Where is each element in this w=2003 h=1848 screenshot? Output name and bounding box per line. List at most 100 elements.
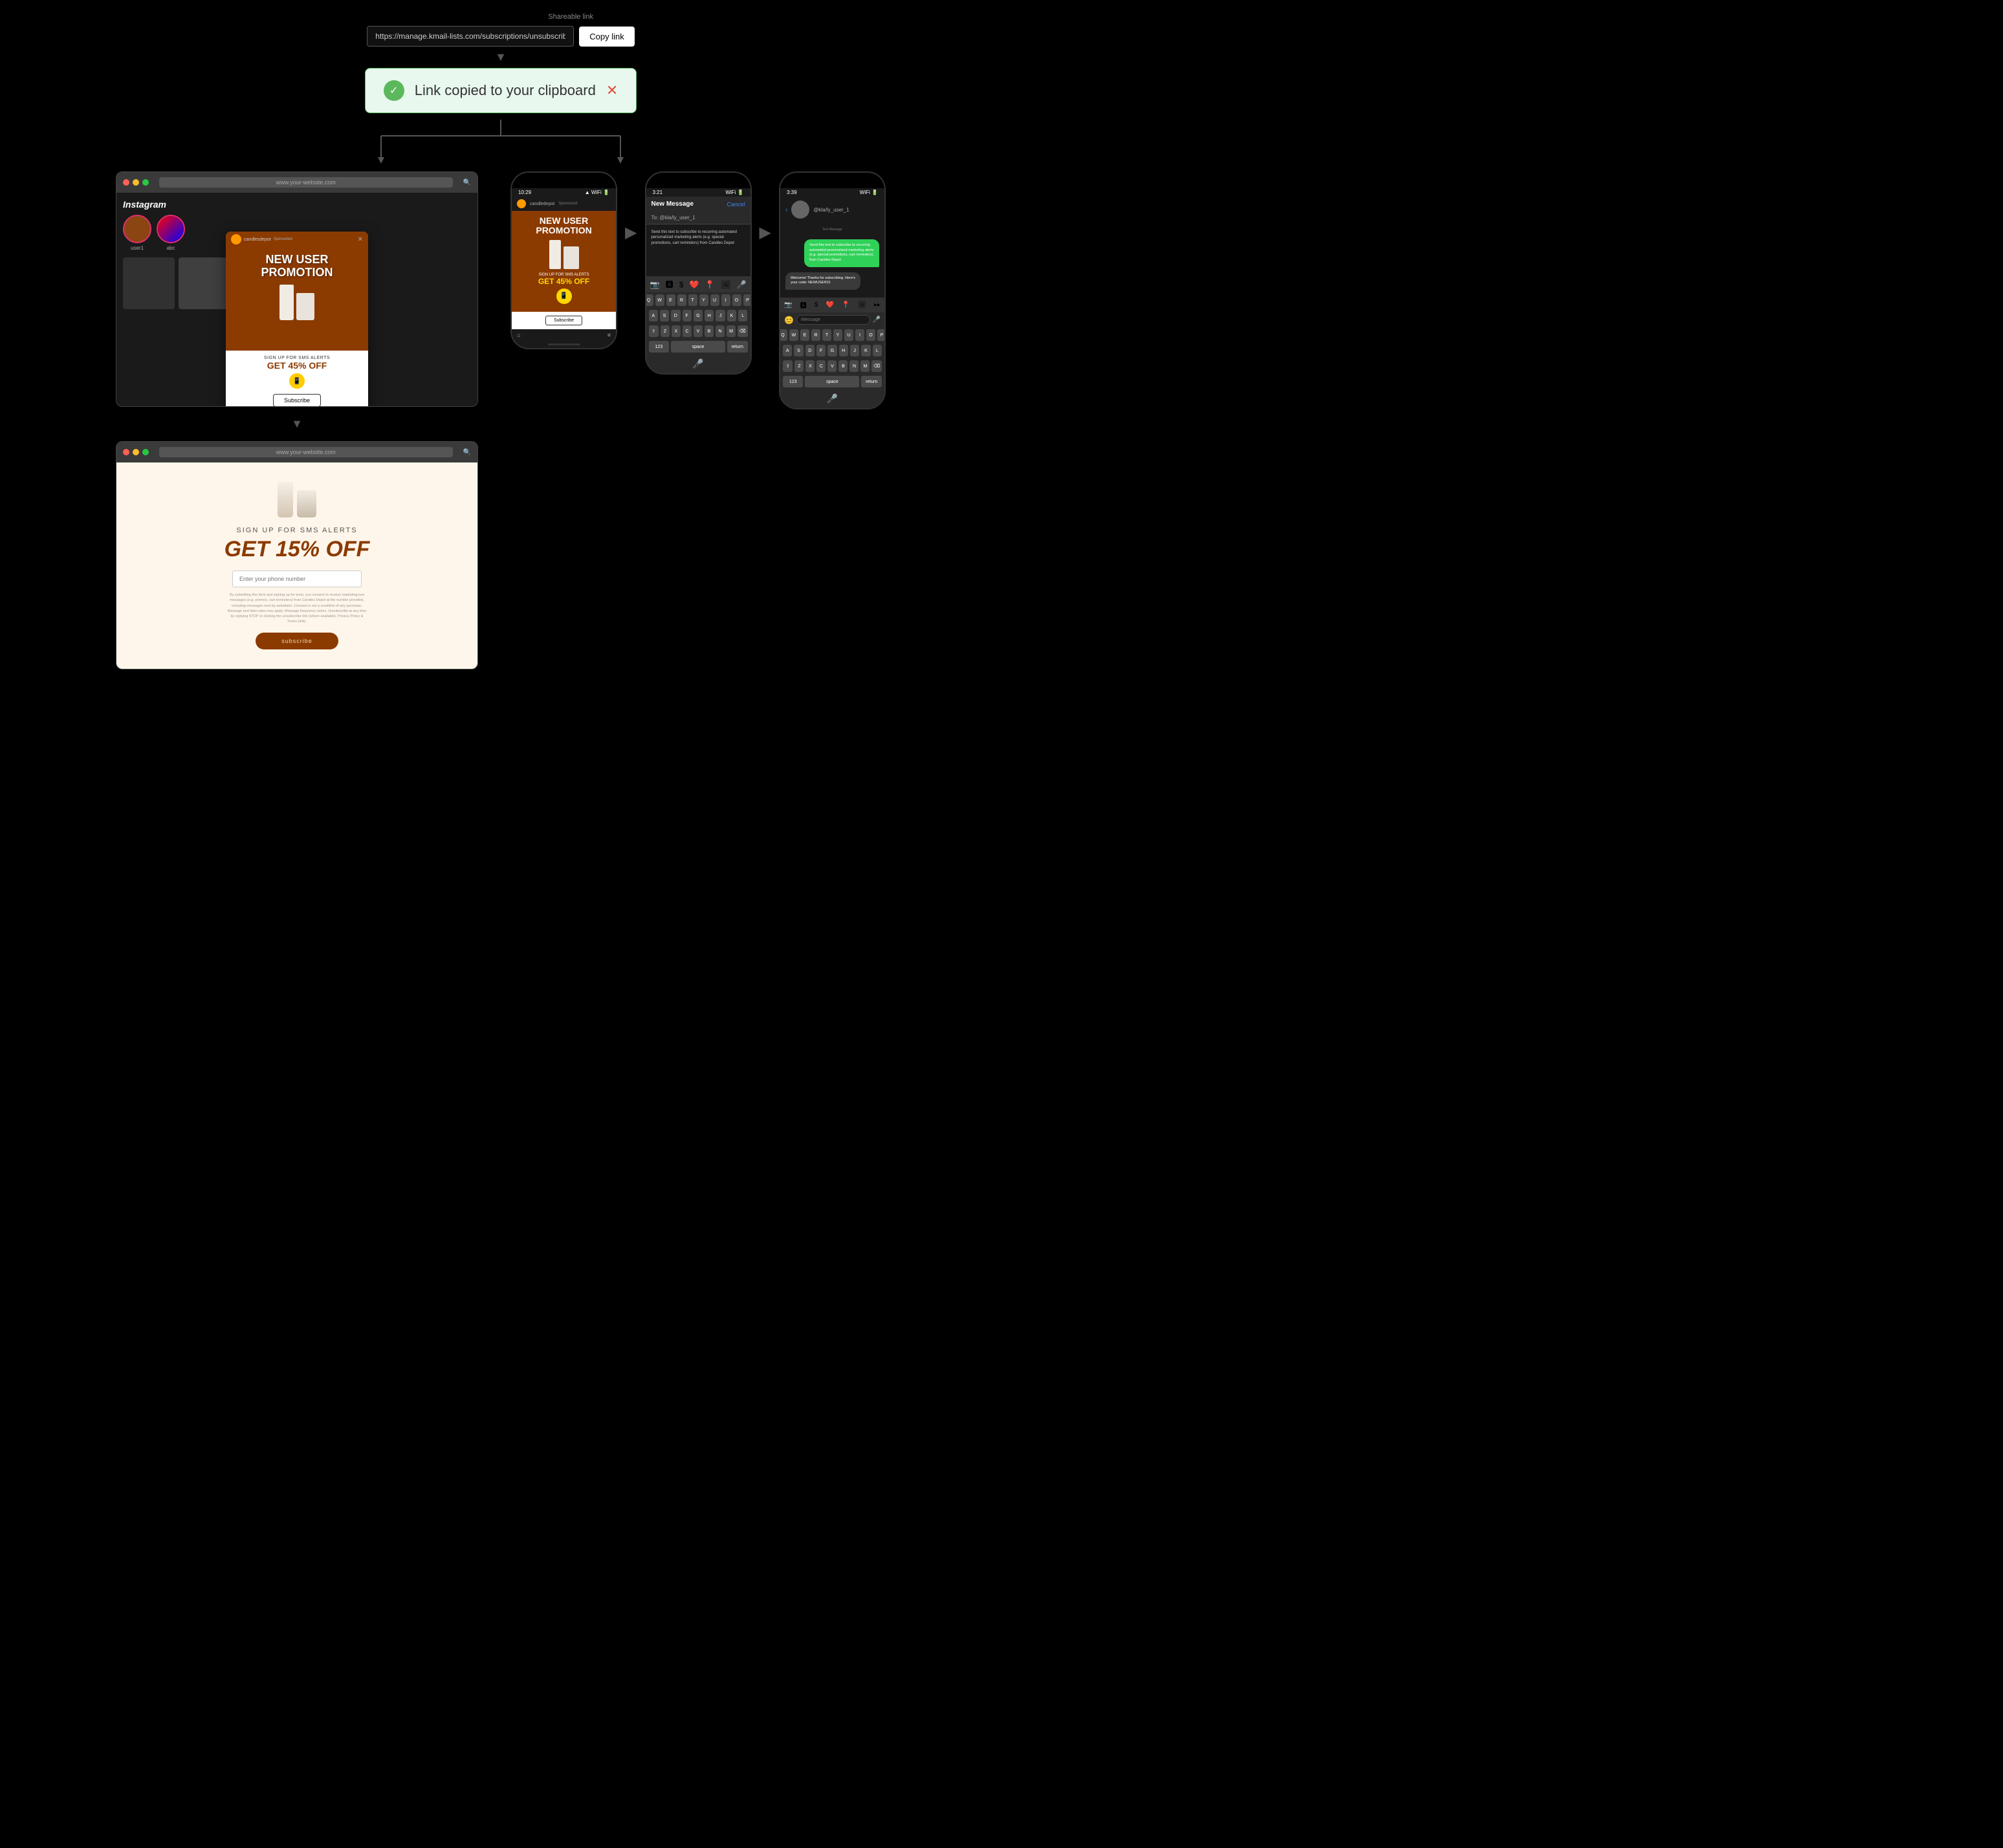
key-q[interactable]: Q [645, 294, 653, 306]
phone2-header: New Message Cancel [646, 197, 750, 212]
browser-chrome-1: www.your-website.com 🔍 [116, 172, 477, 193]
phone3-space[interactable]: space [805, 376, 859, 387]
key-123[interactable]: 123 [649, 341, 670, 353]
phone3-dollar[interactable]: $ [815, 301, 818, 309]
key-h[interactable]: H [705, 310, 714, 321]
phone3-key-l[interactable]: L [873, 345, 882, 356]
phone2-wrapper: 3:21 WiFi 🔋 New Message Cancel To: @kla/… [645, 171, 752, 375]
phone1-subscribe-btn[interactable]: Subscribe [545, 316, 582, 325]
key-w[interactable]: W [655, 294, 664, 306]
key-c[interactable]: C [683, 325, 692, 337]
key-backspace[interactable]: ⌫ [738, 325, 748, 337]
phone3-key-p[interactable]: P [877, 329, 886, 341]
phone3-key-k[interactable]: K [861, 345, 870, 356]
key-s[interactable]: S [660, 310, 669, 321]
phone3-key-j[interactable]: J [850, 345, 859, 356]
phone3-key-r[interactable]: R [811, 329, 820, 341]
phone3-key-z[interactable]: Z [794, 360, 804, 372]
success-notification: ✓ Link copied to your clipboard ✕ [365, 68, 637, 113]
key-n[interactable]: N [716, 325, 725, 337]
phone3-key-m[interactable]: M [860, 360, 870, 372]
phone3-key-w[interactable]: W [789, 329, 798, 341]
key-f[interactable]: F [683, 310, 692, 321]
phone3-key-d[interactable]: D [805, 345, 815, 356]
key-t[interactable]: T [688, 294, 697, 306]
ig-popup-close[interactable]: ✕ [358, 236, 363, 243]
phone3-key-u[interactable]: U [844, 329, 853, 341]
key-d[interactable]: D [671, 310, 680, 321]
key-x[interactable]: X [672, 325, 681, 337]
phone3-key-b[interactable]: B [838, 360, 848, 372]
phone3-key-f[interactable]: F [816, 345, 826, 356]
shareable-link-input[interactable] [367, 26, 574, 47]
phone1-subscribe-area: Subscribe [512, 312, 616, 329]
phone3-avatar [791, 201, 809, 219]
landing-phone-input[interactable] [232, 571, 362, 587]
phone3-key-c[interactable]: C [816, 360, 826, 372]
phone3-key-e[interactable]: E [800, 329, 809, 341]
phone3-backspace[interactable]: ⌫ [871, 360, 882, 372]
key-p[interactable]: P [743, 294, 752, 306]
phone3-key-i[interactable]: I [855, 329, 864, 341]
key-g[interactable]: G [694, 310, 703, 321]
camera-icon[interactable]: 📷 [650, 280, 660, 289]
mic-icon-bar[interactable]: 🎤 [737, 280, 747, 289]
phone3-shift[interactable]: ⇧ [783, 360, 793, 372]
phone3-key-h[interactable]: H [839, 345, 848, 356]
key-k[interactable]: K [727, 310, 736, 321]
key-y[interactable]: Y [699, 294, 708, 306]
dollar-icon[interactable]: $ [679, 280, 684, 289]
key-o[interactable]: O [732, 294, 741, 306]
phone2-mic-icon[interactable]: 🎤 [692, 358, 703, 369]
app-store-icon[interactable]: 🅰 [666, 279, 673, 290]
phone3-heart[interactable]: ❤️ [826, 301, 834, 309]
key-a[interactable]: A [649, 310, 658, 321]
phone3-back-btn[interactable]: ‹ [785, 206, 787, 213]
key-i[interactable]: I [721, 294, 730, 306]
key-return[interactable]: return [727, 341, 748, 353]
landing-subscribe-btn[interactable]: subscribe [256, 633, 338, 649]
phone3-key-n[interactable]: N [849, 360, 859, 372]
location-icon[interactable]: 📍 [705, 280, 715, 289]
ig-subscribe-btn[interactable]: Subscribe [273, 394, 321, 406]
phone3-more[interactable]: ▸▸ [874, 301, 881, 309]
phone3-key-o[interactable]: O [866, 329, 875, 341]
phone3-key-t[interactable]: T [822, 329, 831, 341]
key-space[interactable]: space [671, 341, 725, 353]
key-v[interactable]: V [694, 325, 703, 337]
phone3-key-a[interactable]: A [783, 345, 792, 356]
phone3-mic[interactable]: 🎤 [873, 316, 881, 323]
phone3-123[interactable]: 123 [783, 376, 804, 387]
phone3-emoji-icon[interactable]: 😊 [784, 316, 794, 325]
close-icon[interactable]: ✕ [606, 82, 618, 99]
key-z[interactable]: Z [661, 325, 670, 337]
key-j[interactable]: J [716, 310, 725, 321]
phone3-key-x[interactable]: X [805, 360, 815, 372]
heart-icon[interactable]: ❤️ [690, 280, 699, 289]
key-u[interactable]: U [710, 294, 719, 306]
ig-popup-header: candlesdepot Sponsored ✕ [226, 232, 368, 247]
phone3-key-v[interactable]: V [827, 360, 837, 372]
phone3-key-y[interactable]: Y [833, 329, 842, 341]
phone3-appstore[interactable]: 🅰 [800, 300, 807, 310]
key-l[interactable]: L [738, 310, 747, 321]
phone3-key-g[interactable]: G [827, 345, 837, 356]
key-e[interactable]: E [666, 294, 675, 306]
key-m[interactable]: M [727, 325, 736, 337]
phone3-location[interactable]: 📍 [842, 301, 849, 309]
phone3-mic-bottom[interactable]: 🎤 [827, 393, 838, 404]
key-r[interactable]: R [677, 294, 686, 306]
photo-icon[interactable]: 🖼 [721, 280, 730, 289]
phone3-camera[interactable]: 📷 [784, 301, 792, 309]
phone2-cancel[interactable]: Cancel [727, 201, 745, 208]
phone3-key-q[interactable]: Q [779, 329, 787, 341]
branch-svg [274, 120, 727, 165]
copy-link-button[interactable]: Copy link [579, 27, 634, 47]
phone1-sponsored: Sponsored [558, 202, 577, 206]
key-shift[interactable]: ⇧ [649, 325, 659, 337]
phone3-text-input[interactable] [796, 315, 870, 325]
phone3-return[interactable]: return [861, 376, 882, 387]
key-b[interactable]: B [705, 325, 714, 337]
phone3-key-s[interactable]: S [794, 345, 803, 356]
phone3-photo[interactable]: 🖼 [858, 301, 866, 309]
